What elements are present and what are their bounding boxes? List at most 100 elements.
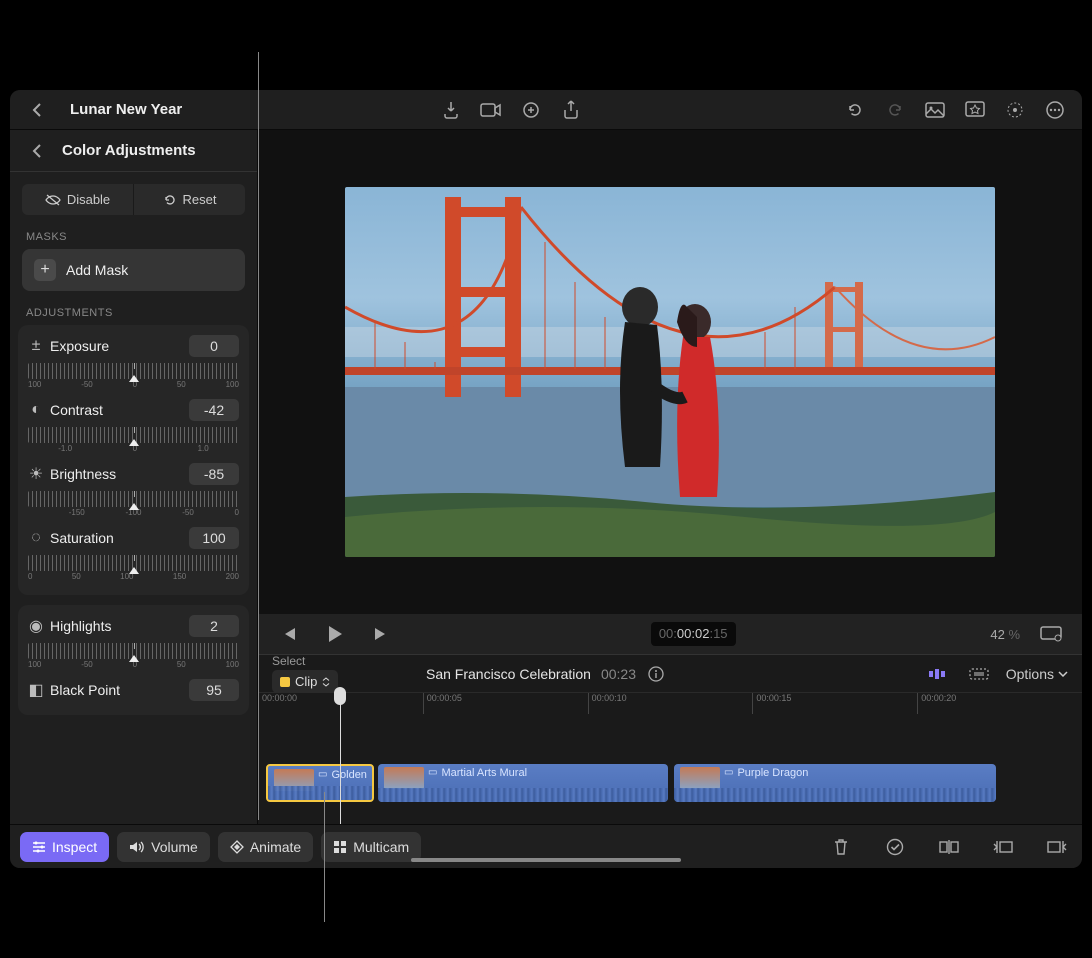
adjustment-slider[interactable]: 100-50050100 xyxy=(28,363,239,389)
next-frame-button[interactable] xyxy=(366,619,396,649)
callout-line-right xyxy=(324,792,325,922)
split-icon[interactable] xyxy=(934,832,964,862)
reset-icon xyxy=(163,193,177,207)
viewer xyxy=(258,130,1082,614)
back-button[interactable] xyxy=(22,95,52,125)
timeline-ruler[interactable]: 00:00:0000:00:0500:00:1000:00:1500:00:20 xyxy=(258,692,1082,714)
adjustment-panel: ◉ Highlights 2 100-50050100 ◧ Black Poin… xyxy=(18,605,249,715)
adjustment-value[interactable]: 0 xyxy=(189,335,239,357)
app-window: Lunar New Year Color Adjustments xyxy=(10,90,1082,868)
adjustment-slider[interactable]: -1.001.0 xyxy=(28,427,239,453)
adjustment-name: Black Point xyxy=(50,682,183,698)
trim-end-icon[interactable] xyxy=(1042,832,1072,862)
timeline-clip[interactable]: ▭ Martial Arts Mural xyxy=(378,764,668,802)
adjustment-value[interactable]: 95 xyxy=(189,679,239,701)
callout-line-left xyxy=(258,52,259,820)
clip-cam-icon: ▭ xyxy=(724,767,733,778)
adjustment-icon: ☀ xyxy=(28,464,44,484)
adjustment-value[interactable]: -85 xyxy=(189,463,239,485)
adjustment-slider[interactable]: 050100150200 xyxy=(28,555,239,581)
sidebar-header: Color Adjustments xyxy=(10,130,257,172)
effects-icon[interactable] xyxy=(960,95,990,125)
sidebar-back-button[interactable] xyxy=(22,136,52,166)
share-icon[interactable] xyxy=(556,95,586,125)
undo-icon[interactable] xyxy=(840,95,870,125)
zoom-percent[interactable]: 42 % xyxy=(990,627,1020,642)
approve-icon[interactable] xyxy=(880,832,910,862)
disable-button[interactable]: Disable xyxy=(22,184,134,215)
timeline-title-group: San Francisco Celebration 00:23 xyxy=(426,664,666,684)
adjustment-icon: ± xyxy=(28,337,44,355)
volume-button[interactable]: Volume xyxy=(117,832,210,862)
adjustment-name: Contrast xyxy=(50,402,183,418)
grid-icon xyxy=(333,840,347,854)
top-bar: Lunar New Year xyxy=(10,90,1082,130)
photo-icon[interactable] xyxy=(920,95,950,125)
adjustment-black-point: ◧ Black Point 95 xyxy=(28,679,239,701)
ruler-tick: 00:00:10 xyxy=(588,693,627,714)
chevron-down-icon xyxy=(1058,671,1068,677)
masks-section-label: MASKS xyxy=(10,227,257,249)
adjustment-value[interactable]: -42 xyxy=(189,399,239,421)
clip-selector[interactable]: Clip xyxy=(272,670,338,693)
ruler-tick: 00:00:15 xyxy=(752,693,791,714)
clip-cam-icon: ▭ xyxy=(318,769,327,780)
ruler-tick: 00:00:00 xyxy=(258,693,297,714)
reset-button[interactable]: Reset xyxy=(134,184,245,215)
playhead-line xyxy=(340,692,341,824)
clip-color-icon xyxy=(280,677,290,687)
more-icon[interactable] xyxy=(1040,95,1070,125)
multicam-button[interactable]: Multicam xyxy=(321,832,421,862)
video-preview[interactable] xyxy=(345,187,995,557)
adjustment-icon: ◌ xyxy=(28,529,44,547)
import-icon[interactable] xyxy=(436,95,466,125)
info-icon[interactable] xyxy=(646,664,666,684)
clip-cam-icon: ▭ xyxy=(428,767,437,778)
adjustment-panel: ± Exposure 0 100-50050100 ◐ Contrast -42… xyxy=(18,325,249,595)
clip-name: Purple Dragon xyxy=(737,767,808,779)
timeline-title: San Francisco Celebration xyxy=(426,666,591,682)
keyframe-icon xyxy=(230,840,244,854)
plus-icon: + xyxy=(34,259,56,281)
trim-start-icon[interactable] xyxy=(988,832,1018,862)
adjustment-saturation: ◌ Saturation 100 050100150200 xyxy=(28,527,239,581)
select-label: Select xyxy=(272,654,338,668)
clip-name: Martial Arts Mural xyxy=(441,767,527,779)
adjustment-icon: ◧ xyxy=(28,680,44,700)
options-button[interactable]: Options xyxy=(1006,666,1068,682)
redo-icon[interactable] xyxy=(880,95,910,125)
adjustment-slider[interactable]: 100-50050100 xyxy=(28,643,239,669)
timeline-tracks[interactable]: ▭ Golden ▭ Martial Arts Mural ▭ Purple D… xyxy=(258,714,1082,824)
trash-icon[interactable] xyxy=(826,832,856,862)
voiceover-icon[interactable] xyxy=(516,95,546,125)
eye-off-icon xyxy=(45,194,61,206)
animate-button[interactable]: Animate xyxy=(218,832,313,862)
project-title: Lunar New Year xyxy=(70,101,182,118)
timeline-header: Select Clip San Francisco Celebration 00… xyxy=(258,654,1082,692)
magnetic-icon[interactable] xyxy=(922,659,952,689)
home-indicator xyxy=(411,858,681,862)
clip-thumbnail xyxy=(384,767,424,789)
timecode-display[interactable]: 00:00:02:15 xyxy=(651,622,736,646)
chevron-updown-icon xyxy=(322,677,330,687)
clip-thumbnail xyxy=(274,769,314,791)
play-button[interactable] xyxy=(320,619,350,649)
display-options-icon[interactable] xyxy=(1036,619,1066,649)
prev-frame-button[interactable] xyxy=(274,619,304,649)
sidebar-title: Color Adjustments xyxy=(62,142,196,159)
adjustment-exposure: ± Exposure 0 100-50050100 xyxy=(28,335,239,389)
viewer-column: 00:00:02:15 42 % Select Clip San Fra xyxy=(258,130,1082,824)
camera-icon[interactable] xyxy=(476,95,506,125)
add-mask-button[interactable]: + Add Mask xyxy=(22,249,245,291)
settings-icon[interactable] xyxy=(1000,95,1030,125)
inspect-button[interactable]: Inspect xyxy=(20,832,109,862)
adjustment-brightness: ☀ Brightness -85 -150-100-500 xyxy=(28,463,239,517)
adjustment-slider[interactable]: -150-100-500 xyxy=(28,491,239,517)
adjustment-contrast: ◐ Contrast -42 -1.001.0 xyxy=(28,399,239,453)
adjustment-name: Highlights xyxy=(50,618,183,634)
adjustment-value[interactable]: 2 xyxy=(189,615,239,637)
snapping-icon[interactable] xyxy=(964,659,994,689)
adjustment-value[interactable]: 100 xyxy=(189,527,239,549)
timeline-clip[interactable]: ▭ Golden xyxy=(266,764,374,802)
timeline-clip[interactable]: ▭ Purple Dragon xyxy=(674,764,996,802)
